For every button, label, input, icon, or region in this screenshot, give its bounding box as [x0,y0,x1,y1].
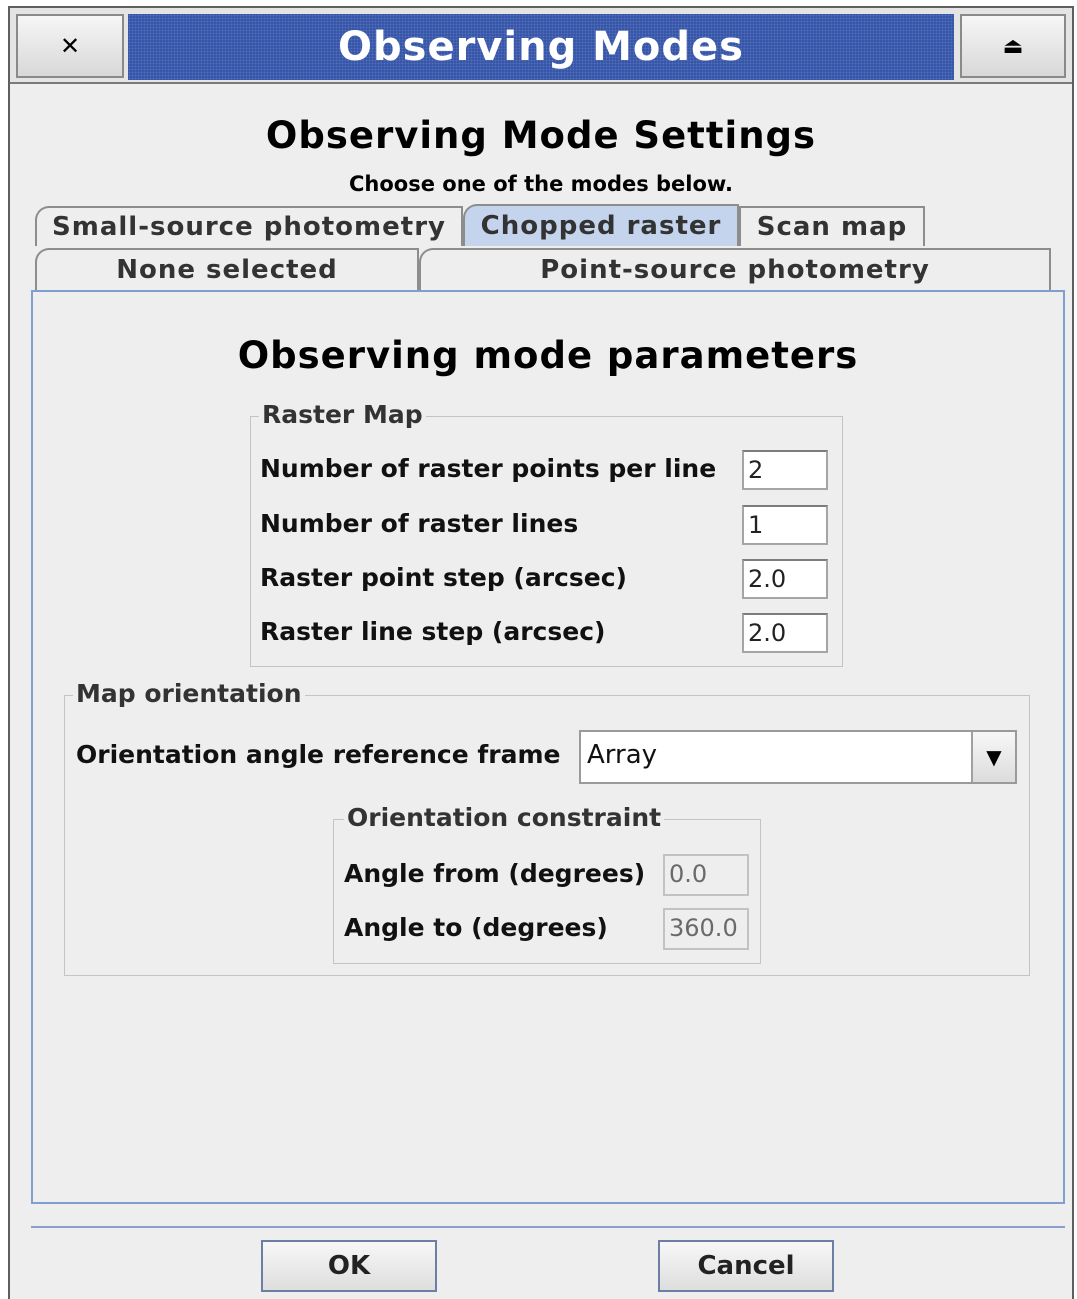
dialog-window: ✕ Observing Modes ⏏ Observing Mode Setti… [8,6,1074,1299]
maximize-button[interactable]: ⏏ [960,14,1066,78]
tab-scan-map[interactable]: Scan map [739,206,925,246]
raster-points-per-line-input[interactable]: 2 [742,450,828,490]
close-icon: ✕ [59,32,81,60]
raster-map-group: Raster Map Number of raster points per l… [250,400,843,667]
orientation-frame-select[interactable]: Array ▼ [579,730,1017,784]
window-title: Observing Modes [128,14,954,80]
raster-lines-input[interactable]: 1 [742,505,828,545]
maximize-icon: ⏏ [1002,33,1024,59]
angle-to-label: Angle to (degrees) [344,913,608,942]
map-orientation-legend: Map orientation [73,679,305,709]
close-button[interactable]: ✕ [16,14,124,78]
orientation-constraint-legend: Orientation constraint [344,803,665,833]
raster-lines-label: Number of raster lines [260,509,579,538]
cancel-button[interactable]: Cancel [658,1240,834,1292]
settings-subtitle: Choose one of the modes below. [349,172,733,196]
button-separator [31,1226,1065,1228]
raster-map-legend: Raster Map [259,400,426,430]
angle-from-input[interactable]: 0.0 [663,854,749,896]
settings-heading: Observing Mode Settings [265,114,817,157]
tab-none-selected[interactable]: None selected [35,248,419,290]
tab-small-source-photometry[interactable]: Small-source photometry [35,206,463,246]
tab-point-source-photometry[interactable]: Point-source photometry [419,248,1051,290]
title-bar: ✕ Observing Modes ⏏ [10,8,1072,84]
tab-content-panel: Observing mode parameters Raster Map Num… [31,290,1065,1204]
chevron-down-icon[interactable]: ▼ [971,732,1015,782]
raster-line-step-input[interactable]: 2.0 [742,613,828,653]
raster-point-step-label: Raster point step (arcsec) [260,563,627,592]
angle-from-label: Angle from (degrees) [344,859,646,888]
parameters-heading: Observing mode parameters [237,334,859,377]
raster-line-step-label: Raster line step (arcsec) [260,617,606,646]
raster-point-step-input[interactable]: 2.0 [742,559,828,599]
raster-points-per-line-label: Number of raster points per line [260,454,717,483]
orientation-frame-value: Array [587,740,658,770]
orientation-frame-label: Orientation angle reference frame [76,740,561,769]
tab-chopped-raster[interactable]: Chopped raster [463,204,739,246]
orientation-constraint-group: Orientation constraint Angle from (degre… [333,803,761,964]
angle-to-input[interactable]: 360.0 [663,908,749,950]
ok-button[interactable]: OK [261,1240,437,1292]
map-orientation-group: Map orientation Orientation angle refere… [64,679,1030,976]
